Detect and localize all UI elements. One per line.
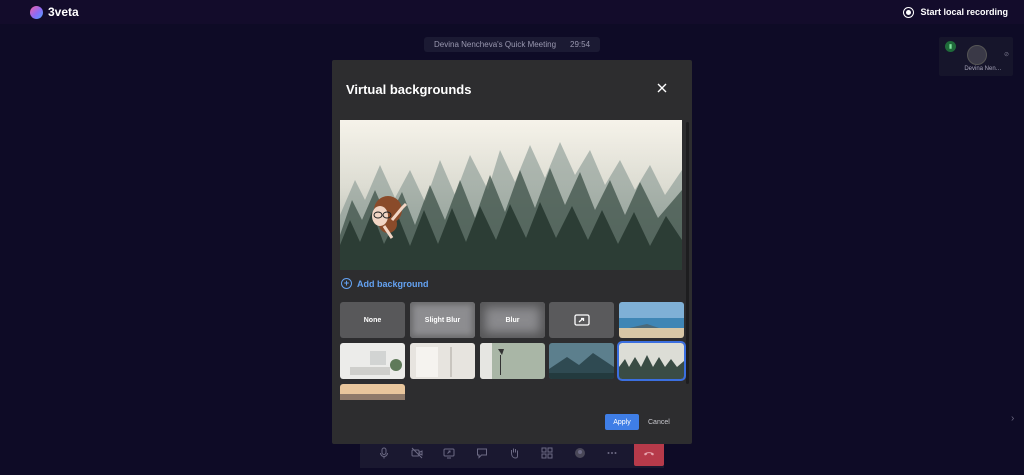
apply-button[interactable]: Apply (605, 414, 639, 430)
add-background-button[interactable]: + Add background (341, 278, 429, 289)
chevron-right-icon[interactable]: › (1011, 413, 1014, 424)
hangup-icon (644, 452, 655, 456)
participant-tile[interactable]: ▮ ⊘ Devina Nen… (939, 37, 1013, 76)
start-recording-button[interactable]: Start local recording (903, 6, 1008, 18)
bg-option-share-screen[interactable] (549, 302, 614, 338)
microphone-icon (380, 447, 389, 459)
close-icon (657, 83, 667, 93)
grid-icon (541, 447, 553, 459)
more-icon (607, 452, 617, 454)
bg-option-beach[interactable] (619, 302, 684, 338)
bg-option-label: None (363, 316, 382, 324)
meeting-info: Devina Nencheva's Quick Meeting 29:54 (424, 37, 601, 52)
virtual-backgrounds-dialog: Virtual backgrounds + Add background Non… (332, 60, 692, 444)
close-button[interactable] (654, 80, 670, 96)
share-screen-icon (573, 313, 590, 326)
chat-icon (476, 448, 487, 459)
bg-option-label: Slight Blur (424, 316, 461, 324)
add-circle-icon: + (341, 278, 352, 289)
meeting-timer: 29:54 (570, 40, 591, 49)
bg-option-blur[interactable]: Blur (480, 302, 545, 338)
meeting-title: Devina Nencheva's Quick Meeting (434, 40, 557, 49)
screen-share-icon (443, 448, 455, 459)
bg-option-mountains[interactable] (549, 343, 614, 379)
record-icon (903, 6, 915, 18)
cancel-button[interactable]: Cancel (648, 414, 670, 430)
bg-option-slight-blur[interactable]: Slight Blur (410, 302, 475, 338)
bg-option-green-wall[interactable] (480, 343, 545, 379)
avatar (967, 45, 987, 65)
record-label: Start local recording (920, 7, 1008, 17)
logo: 3veta (30, 5, 79, 19)
top-bar: 3veta Start local recording (0, 0, 1024, 24)
camera-off-icon (411, 447, 423, 459)
signal-icon: ▮ (945, 41, 956, 52)
bg-option-foggy-forest[interactable] (617, 341, 686, 381)
mic-status-icon: ⊘ (1003, 52, 1009, 58)
avatar-icon (574, 448, 585, 458)
dialog-scrollbar[interactable] (686, 122, 689, 384)
app-name: 3veta (48, 5, 79, 19)
bg-option-label: Blur (505, 316, 520, 324)
bg-option-sunset[interactable] (340, 384, 405, 400)
logo-icon (30, 5, 43, 19)
bg-option-living-room[interactable] (340, 343, 405, 379)
add-background-label: Add background (357, 278, 429, 289)
dialog-title: Virtual backgrounds (346, 82, 472, 97)
participant-name: Devina Nen… (964, 66, 1002, 72)
bg-option-white-room[interactable] (410, 343, 475, 379)
raise-hand-icon (511, 448, 519, 459)
bg-option-none[interactable]: None (340, 302, 405, 338)
background-preview (340, 120, 682, 270)
